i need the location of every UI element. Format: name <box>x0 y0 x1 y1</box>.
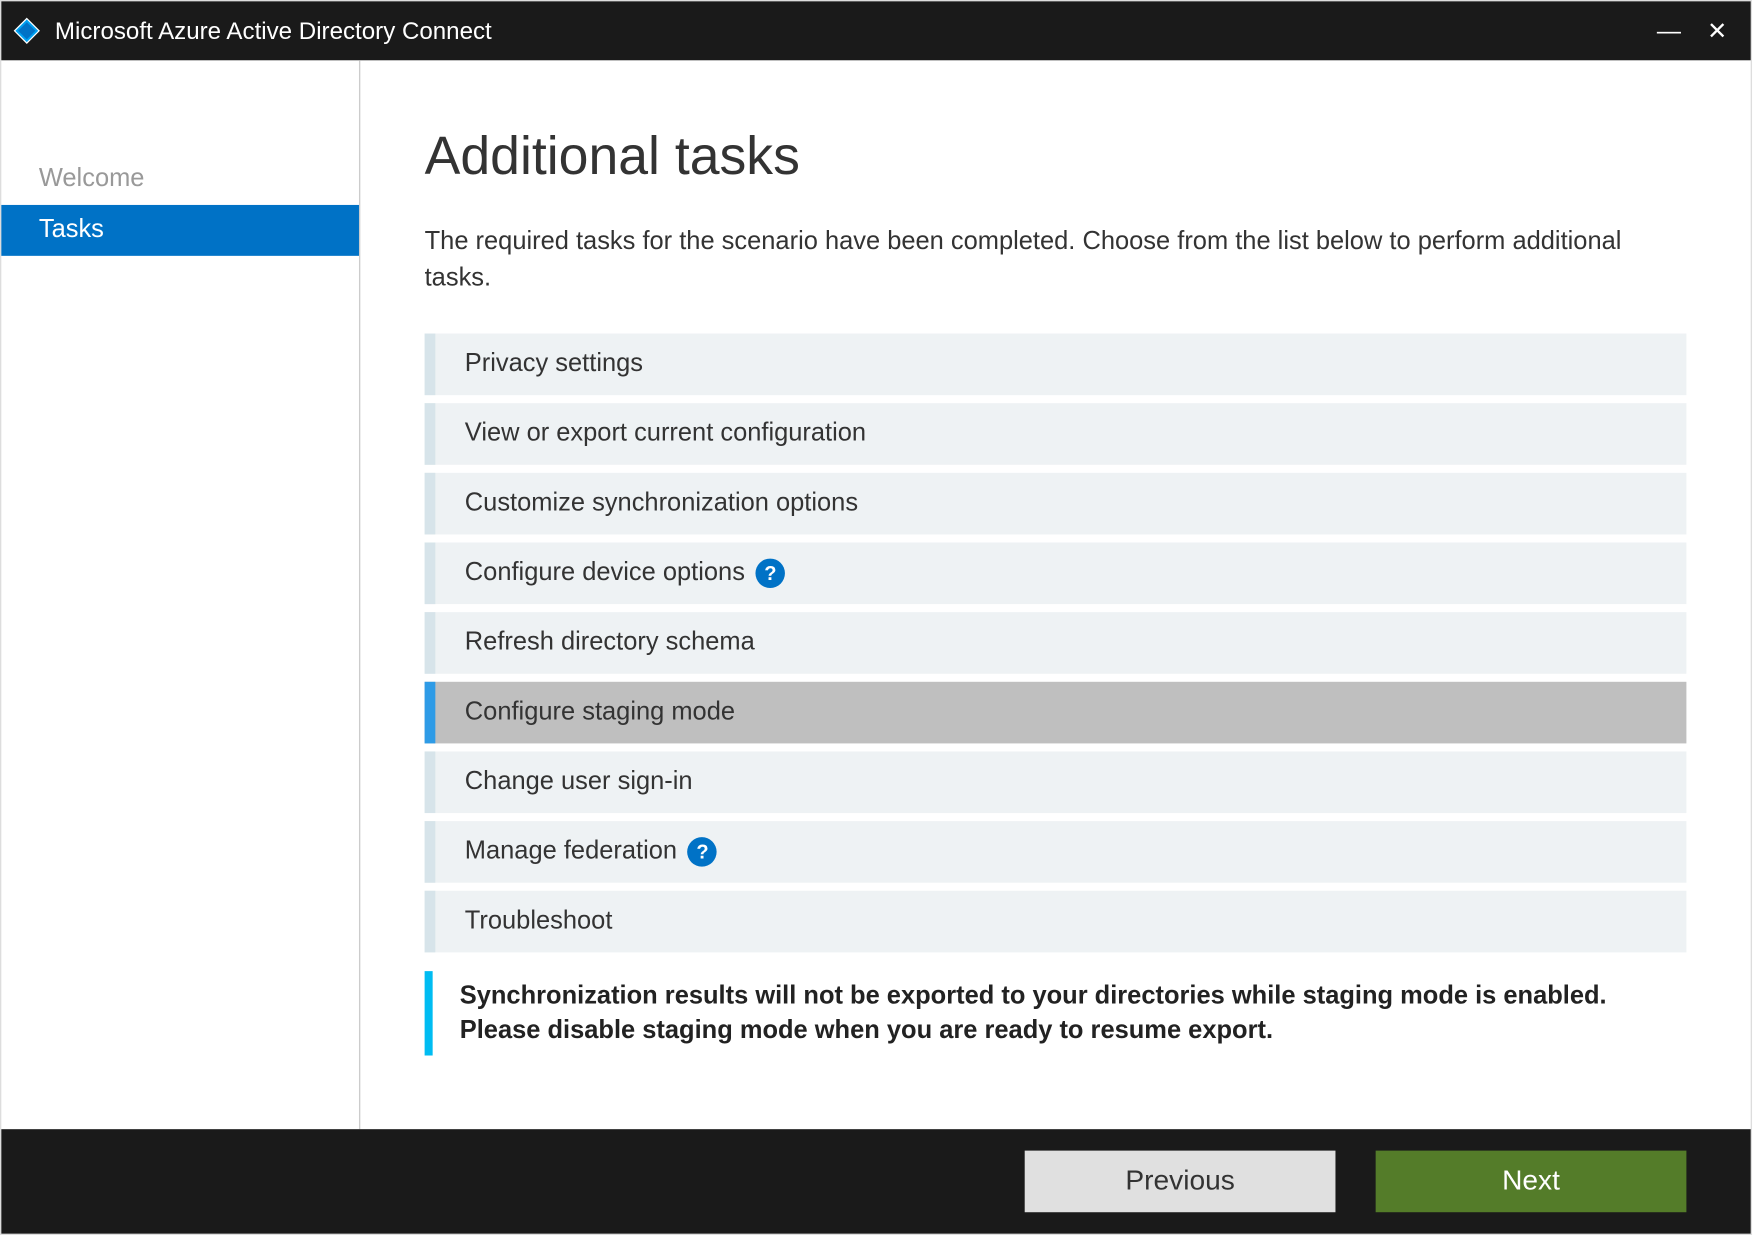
azure-logo-icon <box>12 16 41 45</box>
task-accent <box>425 612 436 674</box>
task-accent <box>425 543 436 605</box>
task-accent <box>425 473 436 535</box>
task-item[interactable]: Troubleshoot <box>425 891 1687 953</box>
info-accent-bar <box>425 971 433 1056</box>
task-accent <box>425 752 436 814</box>
window-body: Welcome Tasks Additional tasks The requi… <box>1 60 1750 1129</box>
task-label: Troubleshoot <box>435 907 612 936</box>
task-label: Configure staging mode <box>435 698 735 727</box>
close-button[interactable]: ✕ <box>1697 11 1737 51</box>
page-title: Additional tasks <box>425 127 1687 187</box>
task-item[interactable]: Privacy settings <box>425 334 1687 396</box>
sidebar-item-welcome[interactable]: Welcome <box>1 154 359 205</box>
task-item[interactable]: Configure device options? <box>425 543 1687 605</box>
help-icon[interactable]: ? <box>688 837 717 866</box>
task-label: Manage federation <box>435 837 677 866</box>
task-item[interactable]: View or export current configuration <box>425 403 1687 465</box>
close-icon: ✕ <box>1707 17 1727 45</box>
task-item[interactable]: Customize synchronization options <box>425 473 1687 535</box>
task-accent <box>425 891 436 953</box>
task-label: Customize synchronization options <box>435 489 858 518</box>
task-accent <box>425 821 436 883</box>
task-item[interactable]: Configure staging mode <box>425 682 1687 744</box>
main-content: Additional tasks The required tasks for … <box>360 60 1750 1129</box>
footer-bar: Previous Next <box>1 1129 1750 1233</box>
app-window: Microsoft Azure Active Directory Connect… <box>0 0 1752 1235</box>
info-message: Synchronization results will not be expo… <box>433 971 1686 1056</box>
task-label: Configure device options <box>435 559 745 588</box>
sidebar-item-tasks[interactable]: Tasks <box>1 205 359 256</box>
task-label: Privacy settings <box>435 350 643 379</box>
staging-info-banner: Synchronization results will not be expo… <box>425 971 1687 1056</box>
task-item[interactable]: Change user sign-in <box>425 752 1687 814</box>
task-label: Refresh directory schema <box>435 628 754 657</box>
task-list: Privacy settings View or export current c… <box>425 334 1687 953</box>
task-accent <box>425 403 436 465</box>
previous-button[interactable]: Previous <box>1025 1151 1336 1213</box>
task-item[interactable]: Manage federation? <box>425 821 1687 883</box>
window-title: Microsoft Azure Active Directory Connect <box>55 17 492 45</box>
minimize-button[interactable]: — <box>1649 11 1689 51</box>
task-label: Change user sign-in <box>435 768 692 797</box>
minimize-icon: — <box>1657 17 1681 45</box>
task-accent <box>425 682 436 744</box>
sidebar: Welcome Tasks <box>1 60 360 1129</box>
help-icon[interactable]: ? <box>756 559 785 588</box>
task-item[interactable]: Refresh directory schema <box>425 612 1687 674</box>
page-description: The required tasks for the scenario have… <box>425 225 1687 296</box>
task-label: View or export current configuration <box>435 420 866 449</box>
title-bar: Microsoft Azure Active Directory Connect… <box>1 1 1750 60</box>
next-button[interactable]: Next <box>1376 1151 1687 1213</box>
task-accent <box>425 334 436 396</box>
